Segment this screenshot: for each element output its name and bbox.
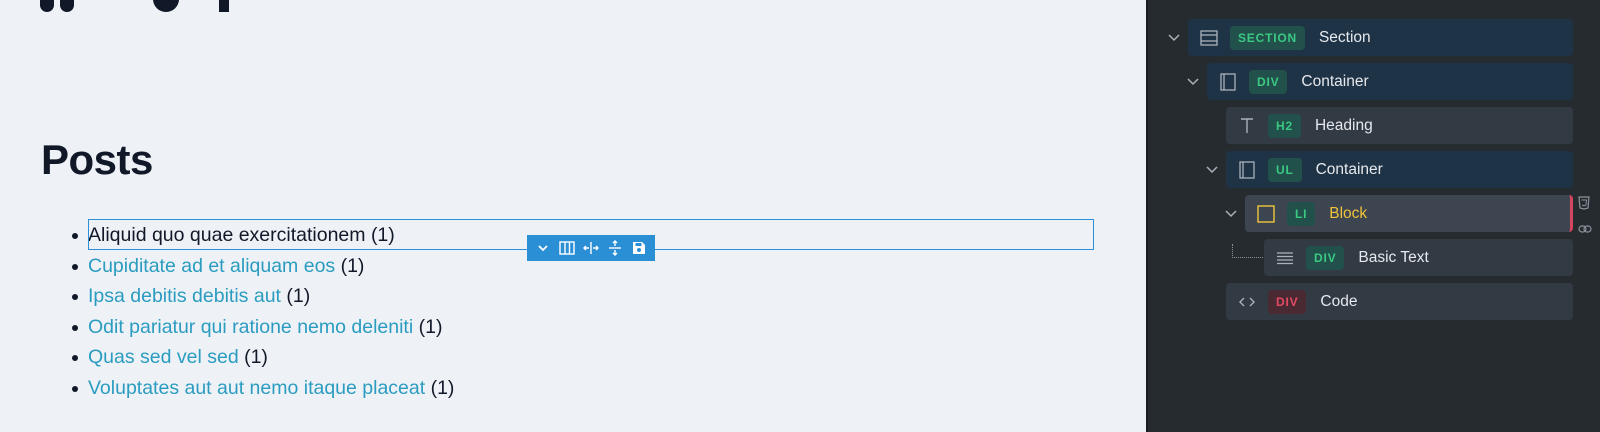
element-label[interactable]: Basic Text (1358, 249, 1428, 267)
element-label[interactable]: Section (1319, 29, 1371, 47)
post-count: (1) (418, 315, 443, 338)
structure-row-section[interactable]: SECTION Section (1188, 19, 1573, 56)
container-icon (1217, 72, 1239, 91)
post-list-item[interactable]: Voluptates aut aut nemo itaque placeat (… (71, 373, 455, 404)
page-canvas: Posts Aliquid quo quae exercitationem (1… (0, 0, 1146, 432)
link-icon[interactable] (1578, 221, 1592, 239)
columns-icon[interactable] (556, 237, 578, 259)
height-icon[interactable] (604, 237, 626, 259)
collapse-chevron-icon[interactable] (1186, 63, 1200, 100)
element-label[interactable]: Container (1301, 73, 1368, 91)
structure-row-block[interactable]: LI Block (1245, 195, 1573, 232)
post-link[interactable]: Cupiditate ad et aliquam eos (88, 255, 335, 277)
post-title[interactable]: Aliquid quo quae exercitationem (88, 224, 366, 246)
element-tag: LI (1287, 201, 1316, 226)
post-list-item[interactable]: Odit pariatur qui ratione nemo deleniti … (71, 312, 454, 343)
css3-icon[interactable] (1578, 196, 1592, 215)
posts-heading[interactable]: Posts (41, 136, 153, 184)
structure-row-basic-text[interactable]: DIV Basic Text (1264, 239, 1573, 276)
element-tag: DIV (1306, 245, 1345, 270)
code-icon (1236, 296, 1258, 308)
collapse-chevron-icon[interactable] (1205, 151, 1219, 188)
width-icon[interactable] (580, 237, 602, 259)
element-tag: UL (1268, 157, 1302, 182)
section-icon (1198, 29, 1220, 46)
post-list-item[interactable]: Ipsa debitis debitis aut (1) (71, 281, 454, 312)
chevron-down-icon[interactable] (532, 237, 554, 259)
block-icon (1255, 204, 1277, 223)
post-count: (1) (244, 346, 268, 368)
post-list-item[interactable]: Aliquid quo quae exercitationem (1) (71, 220, 454, 251)
post-count: (1) (286, 285, 311, 307)
collapse-chevron-icon[interactable] (1224, 195, 1238, 232)
post-list-item[interactable]: Quas sed vel sed (1) (71, 342, 454, 373)
element-toolbar (527, 235, 655, 261)
logo-fragment (40, 0, 230, 17)
element-label[interactable]: Heading (1315, 117, 1373, 135)
post-count: (1) (430, 376, 455, 399)
post-link[interactable]: Quas sed vel sed (88, 346, 239, 368)
post-link[interactable]: Ipsa debitis debitis aut (88, 285, 281, 307)
element-tag: H2 (1268, 113, 1301, 138)
paragraph-icon (1274, 251, 1296, 265)
structure-row-list-container[interactable]: UL Container (1226, 151, 1573, 188)
element-tag: SECTION (1230, 25, 1305, 50)
container-icon (1236, 160, 1258, 179)
post-link[interactable]: Voluptates aut aut nemo itaque placeat (88, 377, 425, 399)
posts-list: Aliquid quo quae exercitationem (1) Cupi… (71, 220, 455, 404)
structure-row-container[interactable]: DIV Container (1207, 63, 1573, 100)
post-count: (1) (370, 224, 395, 246)
post-count: (1) (340, 254, 365, 277)
element-label[interactable]: Block (1329, 205, 1367, 223)
element-label[interactable]: Container (1316, 161, 1383, 179)
element-tag: DIV (1249, 69, 1288, 94)
element-tag: DIV (1268, 289, 1307, 314)
row-side-tools (1578, 196, 1592, 239)
collapse-chevron-icon[interactable] (1167, 19, 1181, 56)
tree-connector (1232, 244, 1263, 258)
save-icon[interactable] (628, 237, 650, 259)
post-link[interactable]: Odit pariatur qui ratione nemo deleniti (88, 316, 413, 338)
post-list-item[interactable]: Cupiditate ad et aliquam eos (1) (71, 251, 454, 282)
structure-row-heading[interactable]: H2 Heading (1226, 107, 1573, 144)
text-icon (1236, 117, 1258, 135)
structure-row-code[interactable]: DIV Code (1226, 283, 1573, 320)
element-label[interactable]: Code (1320, 293, 1357, 311)
